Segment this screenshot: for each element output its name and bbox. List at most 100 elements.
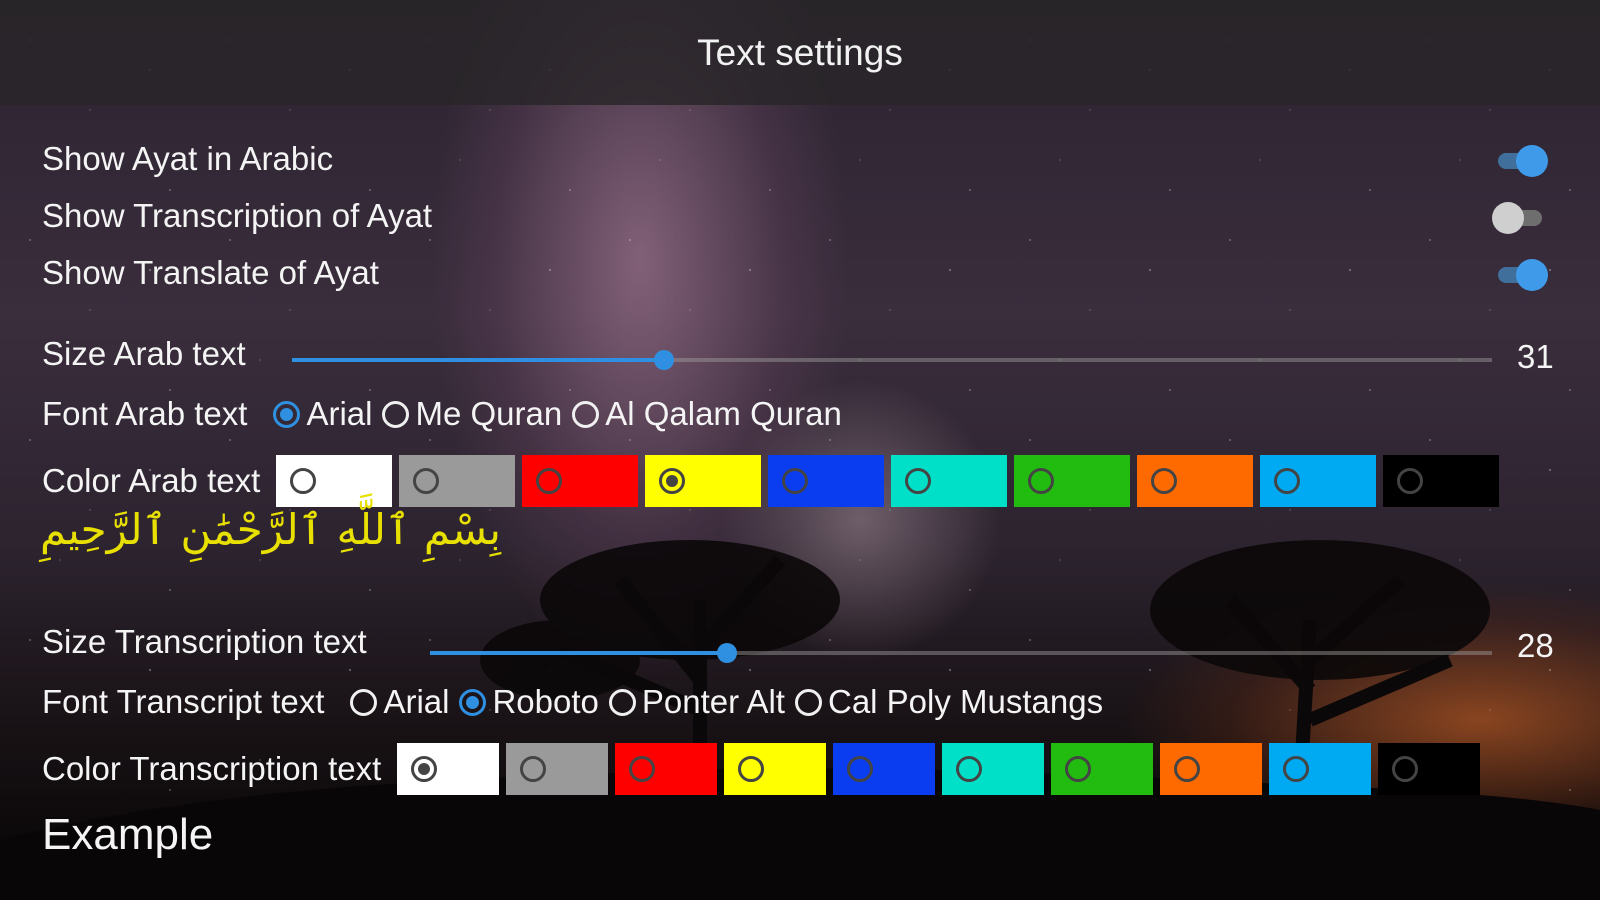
transcription-font-label: Font Transcript text: [42, 683, 325, 720]
toggle-show-translate[interactable]: [1492, 257, 1548, 293]
radio-button[interactable]: [459, 688, 487, 716]
radio-label: Arial: [306, 395, 373, 432]
arab-color-swatch[interactable]: [1260, 455, 1377, 507]
radio-button[interactable]: [1151, 468, 1178, 494]
transcription-font-row: Font Transcript text Arial Roboto Ponter A…: [42, 683, 1113, 721]
radio-button[interactable]: [956, 756, 983, 782]
toggle-row-arabic: Show Ayat in Arabic: [42, 140, 333, 178]
transcription-color-swatch[interactable]: [1051, 743, 1154, 795]
transcription-font-option[interactable]: Cal Poly Mustangs: [794, 683, 1104, 721]
transcription-color-label: Color Transcription text: [42, 750, 382, 787]
radio-button[interactable]: [273, 400, 301, 428]
radio-button[interactable]: [738, 756, 765, 782]
transcription-color-swatch[interactable]: [506, 743, 609, 795]
radio-button[interactable]: [572, 400, 600, 428]
arab-font-row: Font Arab text Arial Me Quran Al Qalam Qur…: [42, 395, 852, 433]
toggle-label-translate: Show Translate of Ayat: [42, 254, 379, 291]
page-title: Text settings: [697, 31, 903, 73]
arab-color-swatch[interactable]: [891, 455, 1008, 507]
transcription-color-swatch[interactable]: [397, 743, 500, 795]
radio-label: Me Quran: [415, 395, 563, 432]
transcription-font-option[interactable]: Arial: [350, 683, 449, 721]
transcription-color-swatches: [397, 743, 1487, 795]
arab-font-option[interactable]: Al Qalam Quran: [572, 395, 842, 433]
app-bar: Text settings: [0, 0, 1600, 105]
transcription-font-radio-group: Arial Roboto Ponter Alt Cal Poly Mustangs: [350, 683, 1113, 721]
transcription-size-label: Size Transcription text: [42, 623, 367, 660]
radio-button[interactable]: [520, 756, 547, 782]
radio-button[interactable]: [413, 468, 440, 494]
slider-fill: [292, 358, 664, 362]
transcription-color-row: Color Transcription text: [42, 743, 1487, 795]
arab-color-swatch[interactable]: [645, 455, 762, 507]
slider-fill: [430, 651, 728, 655]
toggle-thumb: [1516, 145, 1548, 177]
radio-label: Roboto: [492, 683, 599, 720]
radio-button[interactable]: [1274, 468, 1301, 494]
radio-button[interactable]: [350, 688, 378, 716]
arabic-sample-text: بِسْمِ ٱللَّهِ ٱلرَّحْمَٰنِ ٱلرَّحِيمِ: [40, 505, 501, 554]
radio-button[interactable]: [1174, 756, 1201, 782]
transcription-color-swatch[interactable]: [1378, 743, 1481, 795]
transcription-example-text: Example: [42, 810, 214, 859]
arab-font-label: Font Arab text: [42, 395, 248, 432]
radio-button[interactable]: [659, 468, 686, 494]
transcription-color-swatch[interactable]: [1269, 743, 1372, 795]
arab-size-row: Size Arab text: [42, 335, 246, 373]
radio-button[interactable]: [782, 468, 809, 494]
toggle-show-transcription[interactable]: [1492, 200, 1548, 236]
slider-knob[interactable]: [654, 350, 674, 370]
radio-label: Arial: [383, 683, 450, 720]
transcription-font-option[interactable]: Roboto: [459, 683, 599, 721]
arab-color-swatch[interactable]: [399, 455, 516, 507]
transcription-color-swatch[interactable]: [833, 743, 936, 795]
radio-button[interactable]: [1065, 756, 1092, 782]
arab-size-slider[interactable]: [292, 348, 1492, 372]
transcription-size-value: 28: [1517, 627, 1554, 664]
radio-button[interactable]: [1283, 756, 1310, 782]
transcription-size-row: Size Transcription text: [42, 623, 367, 661]
arab-size-label: Size Arab text: [42, 335, 246, 372]
transcription-color-swatch[interactable]: [1160, 743, 1263, 795]
arab-color-row: Color Arab text: [42, 455, 1506, 507]
transcription-color-swatch[interactable]: [942, 743, 1045, 795]
arab-color-swatch[interactable]: [276, 455, 393, 507]
arab-color-swatches: [276, 455, 1506, 507]
arab-font-option[interactable]: Arial: [273, 395, 372, 433]
radio-button[interactable]: [1028, 468, 1055, 494]
toggle-row-transcription: Show Transcription of Ayat: [42, 197, 432, 235]
radio-button[interactable]: [1392, 756, 1419, 782]
arab-color-label: Color Arab text: [42, 462, 261, 499]
radio-button[interactable]: [1397, 468, 1424, 494]
transcription-font-option[interactable]: Ponter Alt: [608, 683, 785, 721]
transcription-color-swatch[interactable]: [724, 743, 827, 795]
radio-button[interactable]: [847, 756, 874, 782]
arab-color-swatch[interactable]: [1137, 455, 1254, 507]
radio-button[interactable]: [629, 756, 656, 782]
arab-color-swatch[interactable]: [768, 455, 885, 507]
radio-button[interactable]: [608, 688, 636, 716]
transcription-size-slider[interactable]: [430, 641, 1492, 665]
toggle-thumb: [1492, 202, 1524, 234]
toggle-label-transcription: Show Transcription of Ayat: [42, 197, 433, 234]
arab-color-swatch[interactable]: [1383, 455, 1500, 507]
radio-label: Al Qalam Quran: [605, 395, 842, 432]
radio-label: Ponter Alt: [641, 683, 785, 720]
toggle-show-arabic[interactable]: [1492, 143, 1548, 179]
radio-label: Cal Poly Mustangs: [827, 683, 1104, 720]
arab-font-radio-group: Arial Me Quran Al Qalam Quran: [273, 395, 851, 433]
radio-button[interactable]: [905, 468, 932, 494]
radio-button[interactable]: [290, 468, 317, 494]
radio-button[interactable]: [411, 756, 438, 782]
arab-color-swatch[interactable]: [1014, 455, 1131, 507]
arab-color-swatch[interactable]: [522, 455, 639, 507]
radio-button[interactable]: [536, 468, 563, 494]
slider-knob[interactable]: [717, 643, 738, 663]
radio-button[interactable]: [382, 400, 410, 428]
toggle-row-translate: Show Translate of Ayat: [42, 254, 379, 292]
toggle-thumb: [1516, 259, 1548, 291]
toggle-label-arabic: Show Ayat in Arabic: [42, 140, 334, 177]
arab-font-option[interactable]: Me Quran: [382, 395, 562, 433]
transcription-color-swatch[interactable]: [615, 743, 718, 795]
radio-button[interactable]: [794, 688, 822, 716]
